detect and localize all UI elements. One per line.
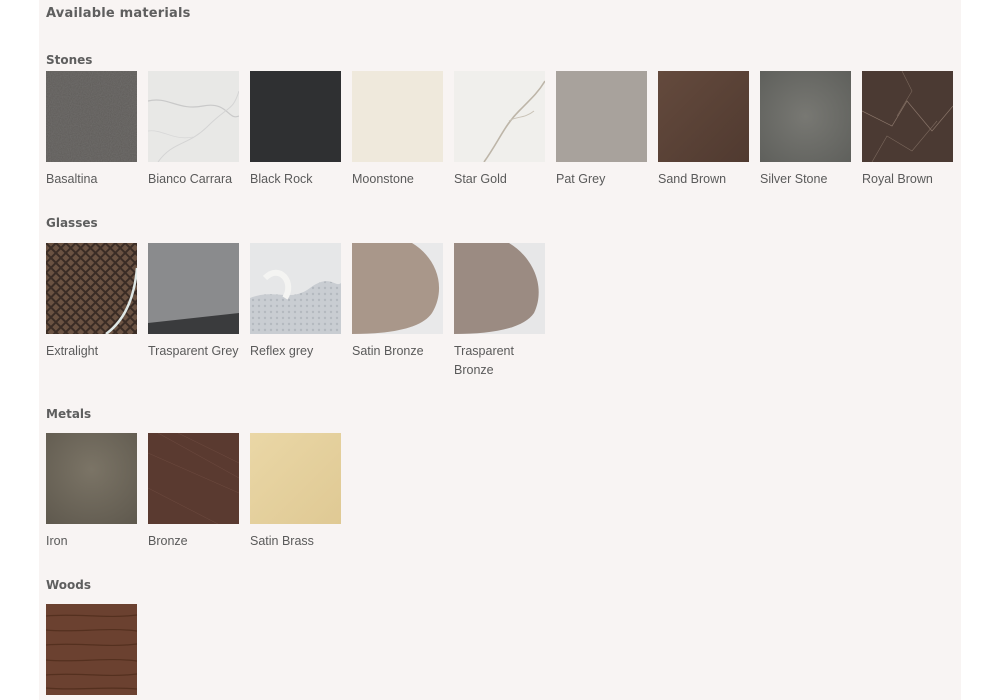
swatch-wood[interactable] bbox=[46, 604, 137, 695]
swatch-sand-brown[interactable]: Sand Brown bbox=[658, 71, 749, 189]
swatch-image[interactable] bbox=[352, 243, 443, 334]
swatch-moonstone[interactable]: Moonstone bbox=[352, 71, 443, 189]
swatch-bianco-carrara[interactable]: Bianco Carrara bbox=[148, 71, 239, 189]
swatch-image[interactable] bbox=[46, 604, 137, 695]
swatch-label: Bronze bbox=[148, 534, 188, 548]
swatch-image[interactable] bbox=[454, 243, 545, 334]
section-title-woods: Woods bbox=[46, 578, 92, 592]
swatch-image[interactable] bbox=[250, 71, 341, 162]
swatch-label: Reflex grey bbox=[250, 344, 314, 358]
swatch-image[interactable] bbox=[148, 243, 239, 334]
swatch-image[interactable] bbox=[556, 71, 647, 162]
swatch-label: Moonstone bbox=[352, 172, 414, 186]
swatch-royal-brown[interactable]: Royal Brown bbox=[862, 71, 953, 189]
swatch-label: Basaltina bbox=[46, 172, 98, 186]
swatch-label: Star Gold bbox=[454, 172, 507, 186]
swatch-image[interactable] bbox=[454, 71, 545, 162]
swatch-label: Trasparent Grey bbox=[148, 344, 239, 358]
swatch-bronze[interactable]: Bronze bbox=[148, 433, 239, 551]
section-title-stones: Stones bbox=[46, 53, 93, 67]
swatch-satin-brass[interactable]: Satin Brass bbox=[250, 433, 341, 551]
swatch-label: Sand Brown bbox=[658, 172, 727, 186]
swatch-image[interactable] bbox=[148, 71, 239, 162]
swatch-label: Iron bbox=[46, 534, 68, 548]
swatch-image[interactable] bbox=[760, 71, 851, 162]
swatch-label: Trasparent Bronze bbox=[454, 344, 514, 377]
swatch-pat-grey[interactable]: Pat Grey bbox=[556, 71, 647, 189]
swatch-label: Silver Stone bbox=[760, 172, 828, 186]
swatch-trasparent-bronze[interactable]: Trasparent Bronze bbox=[454, 243, 545, 380]
swatch-star-gold[interactable]: Star Gold bbox=[454, 71, 545, 189]
section-title-metals: Metals bbox=[46, 407, 92, 421]
swatch-label: Extralight bbox=[46, 344, 99, 358]
swatch-label: Black Rock bbox=[250, 172, 313, 186]
swatch-extralight[interactable]: Extralight bbox=[46, 243, 137, 361]
swatch-image[interactable] bbox=[352, 71, 443, 162]
swatch-image[interactable] bbox=[46, 243, 137, 334]
page-title: Available materials bbox=[46, 6, 191, 21]
section-title-glasses: Glasses bbox=[46, 216, 98, 230]
swatch-label: Satin Brass bbox=[250, 534, 314, 548]
swatch-reflex-grey[interactable]: Reflex grey bbox=[250, 243, 341, 361]
swatch-black-rock[interactable]: Black Rock bbox=[250, 71, 341, 189]
swatch-label: Bianco Carrara bbox=[148, 172, 233, 186]
swatch-image[interactable] bbox=[46, 71, 137, 162]
swatch-iron[interactable]: Iron bbox=[46, 433, 137, 551]
swatch-image[interactable] bbox=[148, 433, 239, 524]
swatch-satin-bronze[interactable]: Satin Bronze bbox=[352, 243, 443, 361]
swatch-label: Pat Grey bbox=[556, 172, 606, 186]
swatch-trasparent-grey[interactable]: Trasparent Grey bbox=[148, 243, 239, 361]
swatch-image[interactable] bbox=[250, 433, 341, 524]
swatch-label: Royal Brown bbox=[862, 172, 933, 186]
swatch-image[interactable] bbox=[46, 433, 137, 524]
swatch-image[interactable] bbox=[862, 71, 953, 162]
swatch-image[interactable] bbox=[658, 71, 749, 162]
swatch-silver-stone[interactable]: Silver Stone bbox=[760, 71, 851, 189]
swatch-basaltina[interactable]: Basaltina bbox=[46, 71, 137, 189]
swatch-image[interactable] bbox=[250, 243, 341, 334]
swatch-label: Satin Bronze bbox=[352, 344, 424, 358]
